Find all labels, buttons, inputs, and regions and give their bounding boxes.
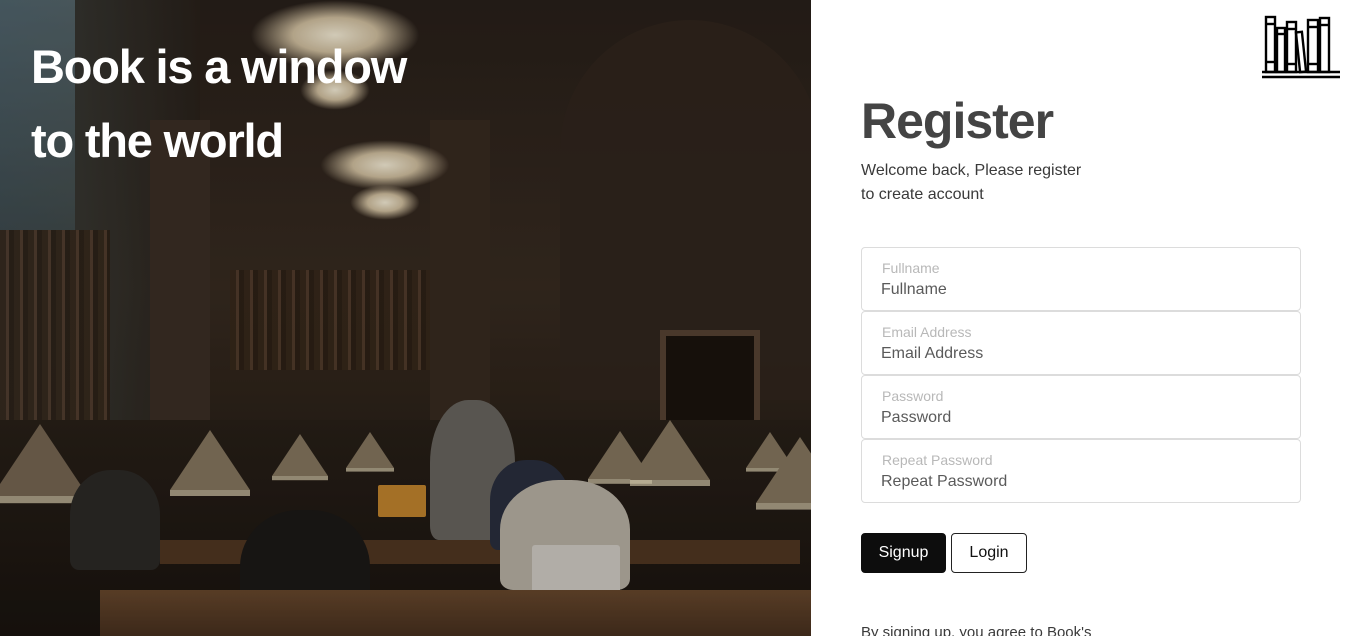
repeat-password-input[interactable]	[881, 471, 1281, 493]
register-subtitle: Welcome back, Please register to create …	[861, 159, 1121, 207]
password-label: Password	[882, 388, 944, 404]
password-field[interactable]: Password	[861, 375, 1301, 439]
terms-text: By signing up, you agree to Book's	[861, 624, 1092, 636]
repeat-password-label: Repeat Password	[882, 452, 993, 468]
signup-button[interactable]: Signup	[861, 533, 946, 573]
email-field[interactable]: Email Address	[861, 311, 1301, 375]
hero-title: Book is a window to the world	[31, 30, 471, 178]
fullname-label: Fullname	[882, 260, 940, 276]
register-panel: Register Welcome back, Please register t…	[811, 0, 1351, 636]
login-button[interactable]: Login	[951, 533, 1027, 573]
repeat-password-field[interactable]: Repeat Password	[861, 439, 1301, 503]
page-title: Register	[861, 93, 1054, 149]
library-hero-image: Book is a window to the world	[0, 0, 811, 636]
email-input[interactable]	[881, 343, 1281, 365]
fullname-field[interactable]: Fullname	[861, 247, 1301, 311]
register-page: Book is a window to the world Register W…	[0, 0, 1351, 636]
bookshelf-icon	[1262, 15, 1340, 79]
subtitle-line: Welcome back, Please register	[861, 162, 1082, 179]
password-input[interactable]	[881, 407, 1281, 429]
fullname-input[interactable]	[881, 279, 1281, 301]
subtitle-line: to create account	[861, 186, 984, 203]
email-label: Email Address	[882, 324, 972, 340]
hero-title-line: Book is a window	[31, 40, 407, 93]
hero-title-line: to the world	[31, 114, 284, 167]
